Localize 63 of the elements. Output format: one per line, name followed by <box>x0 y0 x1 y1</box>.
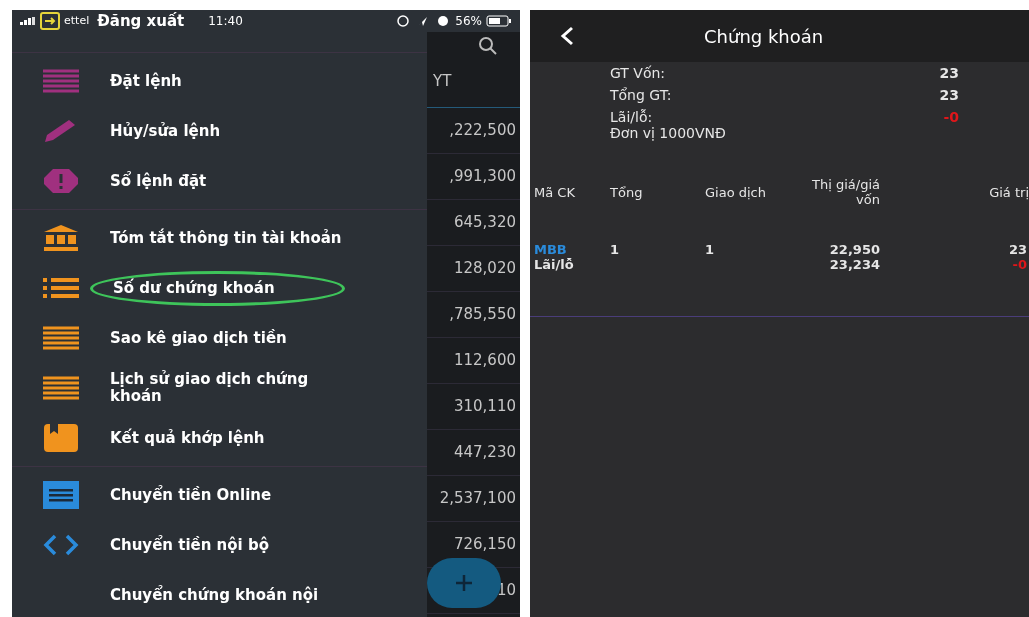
lines-icon <box>43 376 79 400</box>
plus-icon <box>456 575 472 591</box>
summary-label: Tổng GT: <box>610 86 672 105</box>
battery-percent: 56% <box>455 13 482 30</box>
summary-value: -0 <box>943 108 959 127</box>
table-cell-text: 1 <box>704 242 716 259</box>
menu-item[interactable]: Tóm tắt thông tin tài khoản <box>110 229 365 247</box>
bookmark-icon <box>44 424 78 452</box>
column-header: Giá trị <box>988 184 1029 200</box>
menu-item[interactable]: Sao kê giao dịch tiền <box>110 329 365 347</box>
status-time: 11:40 <box>208 13 243 30</box>
receipt-icon <box>43 481 79 509</box>
profit-label: Lãi/lỗ <box>534 257 575 272</box>
table-cell: 22,950 <box>829 242 880 257</box>
code-icon <box>43 534 79 556</box>
menu-item[interactable]: Chuyển chứng khoán nội <box>110 586 365 604</box>
screen-title: Chứng khoán <box>704 24 824 49</box>
value-cell-text: ,222,500 <box>449 120 516 142</box>
menu-item[interactable]: Hủy/sửa lệnh <box>110 122 365 140</box>
summary-value: 23 <box>939 86 959 105</box>
value-cell-text: ,785,550 <box>449 304 516 326</box>
column-header: Tổng <box>609 184 644 200</box>
menu-item[interactable]: Kết quả khớp lệnh <box>110 429 365 447</box>
stock-symbol-link[interactable]: MBB <box>534 242 600 257</box>
value-cell-text: 645,320 <box>453 212 516 234</box>
column-header: Mã CK <box>533 184 576 200</box>
table-cell-text: 1 <box>609 242 621 259</box>
menu-item[interactable]: Chuyển tiền Online <box>110 486 365 504</box>
column-header: Thị giá/giá vốn <box>811 177 880 207</box>
menu-item[interactable]: Lịch sử giao dịch chứng khoán <box>110 371 365 405</box>
column-header: YT <box>433 71 452 93</box>
lines-icon <box>43 326 79 350</box>
back-icon[interactable] <box>560 26 574 46</box>
menu-item[interactable]: Chuyển tiền nội bộ <box>110 536 365 554</box>
logout-label[interactable]: Đăng xuất <box>97 10 185 33</box>
bank-icon <box>43 224 79 252</box>
signal-icon <box>20 17 36 25</box>
table-cell: 23,234 <box>829 257 880 272</box>
carrier-label: ettel <box>64 12 90 29</box>
table-cell: -0 <box>1012 257 1027 272</box>
summary-label: Lãi/lỗ: <box>610 108 653 127</box>
value-cell-text: 128,020 <box>453 258 516 280</box>
value-cell-text: 2,537,100 <box>439 488 516 510</box>
menu-item[interactable]: Đặt lệnh <box>110 72 365 90</box>
summary-value: 23 <box>939 64 959 83</box>
list-icon <box>43 277 79 299</box>
battery-icon <box>486 15 512 27</box>
menu-item[interactable]: Sổ lệnh đặt <box>110 172 365 190</box>
value-cell-text: ,991,300 <box>449 166 516 188</box>
value-cell-text: 10 <box>496 580 516 602</box>
value-cell-text: 447,230 <box>453 442 516 464</box>
table-cell: 23 <box>1008 242 1027 257</box>
value-cell-text: 112,600 <box>453 350 516 372</box>
search-icon[interactable] <box>478 36 498 56</box>
alert-icon <box>43 168 79 194</box>
value-cell-text: 310,110 <box>453 396 516 418</box>
unit-note: Đơn vị 1000VNĐ <box>610 124 727 143</box>
lines-icon <box>43 69 79 93</box>
summary-label: GT Vốn: <box>610 64 666 83</box>
logout-icon <box>40 12 60 30</box>
column-header: Giao dịch <box>704 184 767 200</box>
menu-item[interactable]: Số dư chứng khoán <box>90 270 345 306</box>
value-cell-text: 726,150 <box>453 534 516 556</box>
